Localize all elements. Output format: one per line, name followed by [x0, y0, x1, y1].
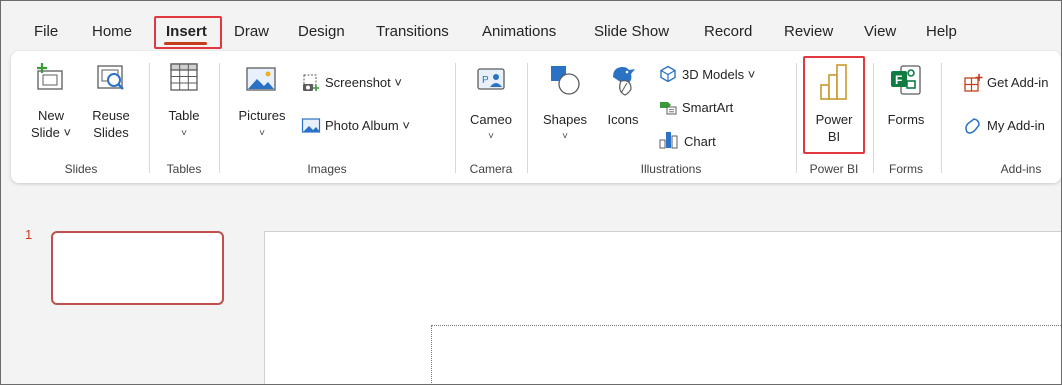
tab-home[interactable]: Home — [92, 23, 132, 41]
group-label-power-bi: Power BI — [809, 162, 859, 176]
svg-text:F: F — [895, 73, 902, 87]
group-label-illustrations: Illustrations — [640, 162, 702, 176]
photo-album-icon — [301, 118, 321, 133]
tab-animations[interactable]: Animations — [482, 23, 556, 41]
divider — [219, 63, 220, 173]
3d-models-icon — [660, 65, 676, 83]
tab-view[interactable]: View — [864, 23, 896, 41]
tab-insert[interactable]: Insert — [166, 23, 207, 41]
chart-icon — [659, 132, 678, 149]
svg-text:P: P — [482, 75, 489, 86]
reuse-slides-label-1: Reuse — [92, 108, 130, 123]
app-window: File Home Insert Draw Design Transitions… — [0, 0, 1062, 385]
tab-file[interactable]: File — [34, 23, 58, 41]
pictures-icon — [246, 67, 276, 91]
tab-review[interactable]: Review — [784, 23, 833, 41]
group-label-add-ins: Add-ins — [1000, 162, 1042, 176]
active-tab-indicator — [164, 42, 207, 45]
tab-record[interactable]: Record — [704, 23, 752, 41]
smartart-label: SmartArt — [682, 100, 734, 115]
smartart-icon — [660, 102, 677, 115]
pictures-dropdown-chevron: ˅ — [259, 128, 265, 139]
table-icon — [170, 63, 198, 91]
tab-design[interactable]: Design — [298, 23, 345, 41]
divider — [796, 63, 797, 173]
reuse-slides-label-2: Slides — [93, 125, 129, 140]
divider — [149, 63, 150, 173]
forms-icon: F — [891, 65, 921, 95]
tab-transitions[interactable]: Transitions — [376, 23, 449, 41]
new-slide-icon — [37, 63, 63, 90]
group-label-tables: Tables — [166, 162, 202, 176]
group-label-images: Images — [307, 162, 347, 176]
icons-label: Icons — [607, 112, 639, 127]
slide-placeholder[interactable] — [431, 325, 1061, 384]
forms-label: Forms — [887, 112, 925, 127]
group-label-camera: Camera — [469, 162, 513, 176]
divider — [941, 63, 942, 173]
tab-draw[interactable]: Draw — [234, 23, 269, 41]
power-bi-icon — [820, 64, 847, 100]
group-label-forms: Forms — [889, 162, 923, 176]
3d-models-label: 3D Models ˅ — [682, 67, 756, 82]
shapes-icon — [551, 66, 580, 95]
icons-icon — [613, 67, 635, 96]
cameo-icon: P — [477, 68, 505, 90]
power-bi-label-1: Power — [815, 112, 853, 127]
pictures-label: Pictures — [238, 108, 286, 123]
my-add-ins-icon — [965, 118, 980, 134]
photo-album-label: Photo Album ˅ — [325, 118, 410, 133]
divider — [455, 63, 456, 173]
tab-slide-show[interactable]: Slide Show — [594, 23, 669, 41]
cameo-label: Cameo — [470, 112, 512, 127]
tab-help[interactable]: Help — [926, 23, 957, 41]
new-slide-label-2: Slide ˅ — [30, 125, 72, 140]
divider — [873, 63, 874, 173]
reuse-slides-icon — [97, 65, 124, 90]
screenshot-icon — [303, 74, 319, 91]
divider — [527, 63, 528, 173]
table-label: Table — [168, 108, 200, 123]
power-bi-label-2: BI — [827, 129, 841, 144]
slide-number: 1 — [25, 227, 33, 242]
shapes-label: Shapes — [542, 112, 588, 127]
slide-thumbnail[interactable] — [51, 231, 224, 305]
screenshot-label: Screenshot ˅ — [325, 75, 402, 90]
get-add-ins-icon — [964, 74, 983, 92]
table-dropdown-chevron: ˅ — [181, 128, 187, 139]
chart-label: Chart — [684, 134, 716, 149]
shapes-dropdown-chevron: ˅ — [562, 131, 568, 142]
new-slide-label-1: New — [37, 108, 64, 123]
cameo-dropdown-chevron: ˅ — [488, 131, 494, 142]
ribbon-tab-bar: File Home Insert Draw Design Transitions… — [1, 1, 1061, 45]
group-label-slides: Slides — [64, 162, 98, 176]
get-add-ins-label: Get Add-in — [987, 75, 1049, 90]
my-add-ins-label: My Add-in — [987, 118, 1045, 133]
